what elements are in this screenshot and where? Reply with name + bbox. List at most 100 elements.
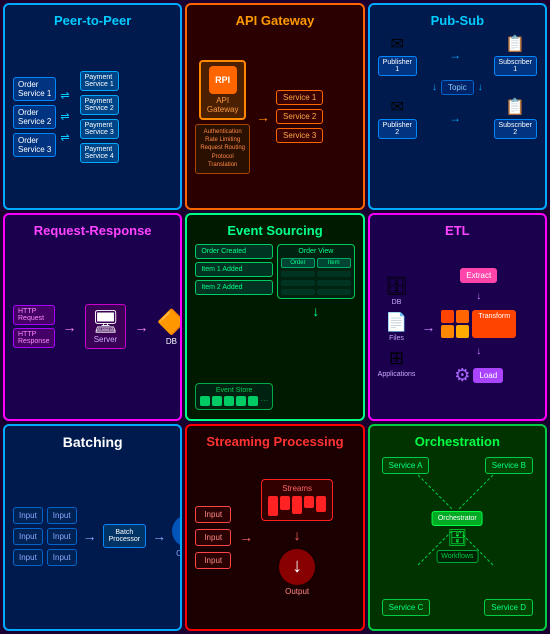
pubsub-title: Pub-Sub	[378, 13, 537, 28]
orch-db-icon: 🗄	[447, 528, 467, 548]
order-view-grid: Order Item	[281, 258, 351, 295]
stream-bar-2	[280, 496, 290, 510]
stream-arrow-out: ↓	[294, 527, 301, 543]
request-response-cell: Request-Response HTTPRequest HTTPRespons…	[3, 213, 182, 420]
reqres-title: Request-Response	[13, 223, 172, 238]
eventsrc-title: Event Sourcing	[195, 223, 354, 238]
input-grid: Input Input Input Input Input Input	[13, 507, 77, 566]
input-1: Input	[13, 507, 43, 524]
api-services: Service 1 Service 2 Service 3	[276, 90, 323, 143]
http-labels: HTTPRequest HTTPResponse	[13, 305, 55, 348]
api-main: RPI APIGateway AuthenticationRate Limiti…	[195, 60, 250, 174]
eventsrc-content: Order Created Item 1 Added Item 2 Added …	[195, 244, 354, 409]
stream-bar-1	[268, 496, 278, 516]
api-gateway-cell: API Gateway RPI APIGateway Authenticatio…	[185, 3, 364, 210]
apps-icon: ⊞	[389, 348, 404, 369]
subscriber-2: Subscriber2	[494, 119, 537, 139]
etl-content: 🗄 DB 📄 Files ⊞ Applications → Extract ↓	[378, 244, 537, 409]
pub-arrow-2: →	[449, 111, 461, 125]
reqres-arrow: →	[63, 319, 77, 335]
streams-box: Streams	[261, 479, 333, 521]
pubsub-middle: ↓ Topic ↓	[378, 80, 537, 95]
publisher-2: Publisher2	[378, 119, 417, 139]
ov-data-2	[317, 271, 351, 277]
pubsub-top-row: ✉ Publisher1 → 📋 Subscriber1	[378, 34, 537, 76]
api-service-2: Service 2	[276, 109, 323, 124]
orchestrator-box: Orchestrator	[432, 511, 483, 526]
etl-title: ETL	[378, 223, 537, 238]
files-icon: 📄	[385, 312, 407, 333]
extract-transform-arrow: ↓	[476, 291, 481, 302]
pubsub-bottom-row: ✉ Publisher2 → 📋 Subscriber2	[378, 97, 537, 139]
ov-data-6	[317, 289, 351, 295]
server-icon: 🖥	[92, 309, 120, 335]
main-grid: Peer-to-Peer OrderService 1 OrderService…	[0, 0, 550, 634]
batching-cell: Batching Input Input Input Input Input I…	[3, 424, 182, 631]
transform-box: Transform	[472, 310, 516, 338]
ov-item-header: Item	[317, 258, 351, 268]
event-store-blocks: ···	[199, 396, 269, 406]
db-label: DB	[392, 299, 402, 306]
apps-label: Applications	[378, 371, 416, 378]
ov-data-5	[281, 289, 315, 295]
service-a-box: Service A	[382, 457, 430, 474]
etl-cell: ETL 🗄 DB 📄 Files ⊞ Applications → Extrac…	[368, 213, 547, 420]
input-6: Input	[47, 549, 77, 566]
item2-added-box: Item 2 Added	[195, 280, 273, 295]
stream-input-1: Input	[195, 506, 231, 523]
tg-4	[456, 325, 469, 338]
orch-content: Service A Service B Service C Service D …	[378, 455, 537, 620]
streaming-content: Input Input Input → Streams ↓	[195, 455, 354, 620]
item1-added-box: Item 1 Added	[195, 262, 273, 277]
order-services: OrderService 1 OrderService 2 OrderServi…	[13, 77, 56, 157]
http-response-box: HTTPResponse	[13, 328, 55, 348]
order-service-2: OrderService 2	[13, 105, 56, 129]
ov-data-4	[317, 280, 351, 286]
http-request-box: HTTPRequest	[13, 305, 55, 325]
tg-3	[441, 325, 454, 338]
stream-bar-4	[304, 496, 314, 508]
output-down-arrow: ↓	[172, 515, 182, 547]
payment-service-3: PaymentService 3	[80, 119, 119, 139]
event-block-5	[248, 396, 258, 406]
output-label: Output	[176, 549, 182, 558]
input-3: Input	[13, 528, 43, 545]
event-block-1	[200, 396, 210, 406]
event-block-3	[224, 396, 234, 406]
apps-source: ⊞ Applications	[378, 348, 416, 378]
transform-grid	[441, 310, 469, 338]
api-arrow: →	[256, 109, 270, 125]
tg-2	[456, 310, 469, 323]
event-store-label: Event Store	[199, 387, 269, 394]
ov-order-header: Order	[281, 258, 315, 268]
peer-to-peer-cell: Peer-to-Peer OrderService 1 OrderService…	[3, 3, 182, 210]
db-source: 🗄 DB	[385, 276, 408, 306]
service-d-box: Service D	[484, 599, 533, 616]
stream-output-section: ↓ Output	[279, 549, 315, 596]
event-ellipsis: ···	[260, 396, 268, 406]
api-gateway-box: RPI APIGateway	[199, 60, 247, 120]
peer-content: OrderService 1 OrderService 2 OrderServi…	[13, 34, 172, 199]
batching-content: Input Input Input Input Input Input → Ba…	[13, 456, 172, 617]
arrow-icon-1: ⇌	[60, 89, 69, 102]
orchestration-cell: Orchestration Service A Service B Servic…	[368, 424, 547, 631]
subscriber-1: Subscriber1	[494, 56, 537, 76]
etl-sources-arrow: →	[421, 319, 435, 335]
peer-title: Peer-to-Peer	[13, 13, 172, 28]
api-service-1: Service 1	[276, 90, 323, 105]
tg-1	[441, 310, 454, 323]
order-service-1: OrderService 1	[13, 77, 56, 101]
arrow-icon-2: ⇌	[60, 110, 69, 123]
subscriber1-icon: 📋	[505, 34, 525, 54]
stream-bar-3	[292, 496, 302, 514]
server-db-arrow: →	[134, 319, 148, 335]
streams-label: Streams	[268, 484, 326, 493]
payment-service-2: PaymentService 2	[80, 95, 119, 115]
order-service-3: OrderService 3	[13, 133, 56, 157]
service-b-box: Service B	[485, 457, 533, 474]
files-source: 📄 Files	[385, 312, 407, 342]
ov-data-1	[281, 271, 315, 277]
event-block-4	[236, 396, 246, 406]
stream-right: Streams ↓ ↓ Output	[261, 479, 333, 596]
event-store: Event Store ···	[195, 383, 273, 410]
